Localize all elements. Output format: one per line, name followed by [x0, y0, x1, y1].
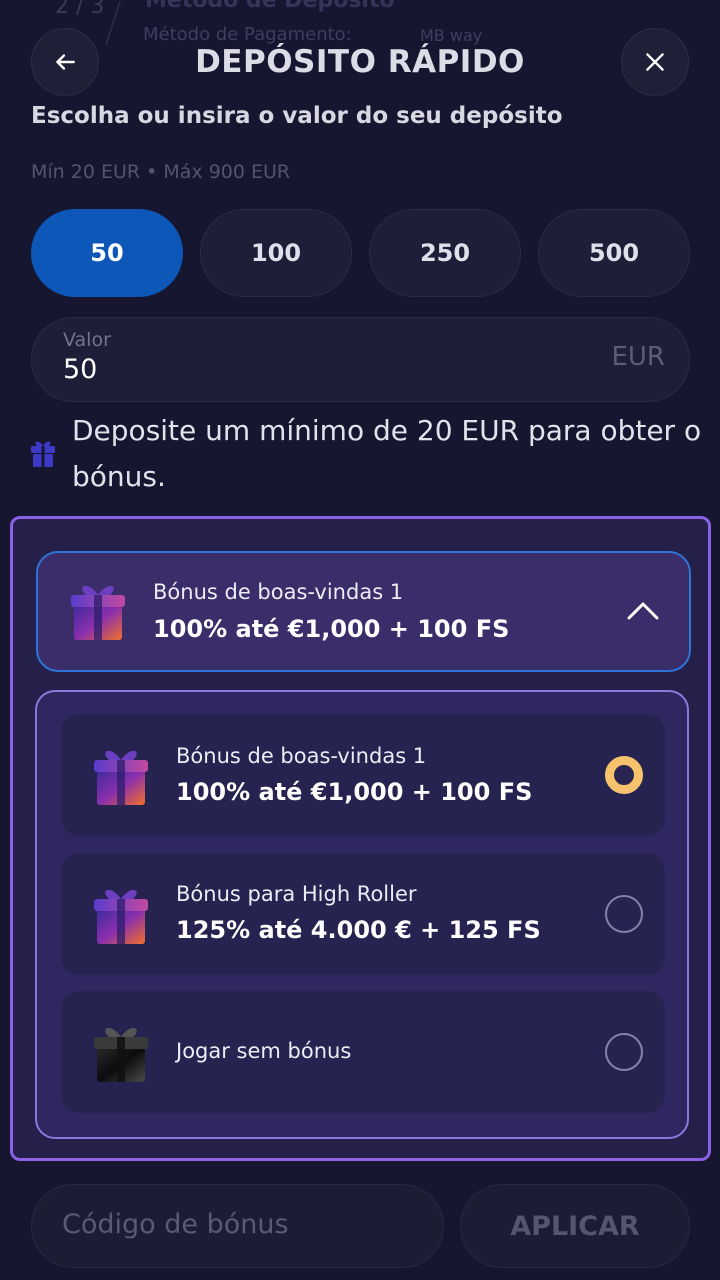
bonus-option-description: 125% até 4.000 € + 125 FS: [176, 916, 541, 944]
background-subtitle: Método de Pagamento:: [143, 24, 352, 45]
bonus-option-name: Bónus para High Roller: [176, 882, 417, 906]
bonus-option-name: Bónus de boas-vindas 1: [176, 744, 427, 768]
bonus-radio[interactable]: [605, 1033, 643, 1071]
chevron-up-icon: [627, 602, 659, 620]
deposit-limits: Mín 20 EUR • Máx 900 EUR: [31, 161, 291, 183]
background-method: MB way: [420, 26, 483, 45]
bonus-options-list: Bónus de boas-vindas 1 100% até €1,000 +…: [35, 690, 689, 1139]
apply-button[interactable]: APLICAR: [460, 1184, 690, 1268]
amount-button-100[interactable]: 100: [200, 209, 352, 297]
amount-input-value[interactable]: 50: [63, 354, 97, 385]
gift-box-icon: [94, 750, 148, 805]
close-button[interactable]: [621, 28, 689, 96]
selected-bonus-description: 100% até €1,000 + 100 FS: [153, 615, 510, 643]
deposit-instructions: Escolha ou insira o valor do seu depósit…: [31, 103, 563, 129]
gift-box-icon: [94, 889, 148, 944]
amount-button-500[interactable]: 500: [538, 209, 690, 297]
amount-input-label: Valor: [63, 329, 111, 351]
bonus-code-input[interactable]: Código de bónus: [31, 1184, 444, 1268]
background-step: 2 / 3: [55, 0, 105, 19]
amount-button-250[interactable]: 250: [369, 209, 521, 297]
bonus-option-description: 100% até €1,000 + 100 FS: [176, 778, 533, 806]
gift-icon: [31, 441, 55, 467]
bonus-panel: Bónus de boas-vindas 1 100% até €1,000 +…: [10, 516, 711, 1161]
bonus-option-no-bonus[interactable]: Jogar sem bónus: [61, 991, 665, 1113]
gift-box-icon: [71, 585, 125, 640]
amount-currency: EUR: [611, 342, 665, 372]
background-title: Método de Depósito: [145, 0, 395, 13]
page-title: DEPÓSITO RÁPIDO: [195, 44, 525, 80]
bonus-radio-selected[interactable]: [605, 756, 643, 794]
bonus-option-high-roller[interactable]: Bónus para High Roller 125% até 4.000 € …: [61, 853, 665, 975]
black-gift-box-icon: [94, 1027, 148, 1082]
bonus-option-welcome[interactable]: Bónus de boas-vindas 1 100% até €1,000 +…: [61, 714, 665, 836]
bonus-code-placeholder: Código de bónus: [62, 1209, 289, 1240]
bonus-minimum-info: Deposite um mínimo de 20 EUR para obter …: [72, 414, 702, 493]
selected-bonus-name: Bónus de boas-vindas 1: [153, 580, 404, 604]
bonus-option-name: Jogar sem bónus: [176, 1039, 352, 1063]
amount-input[interactable]: Valor 50 EUR: [31, 317, 690, 402]
background-header: 2 / 3 Método de Depósito Método de Pagam…: [0, 0, 720, 50]
bonus-radio[interactable]: [605, 895, 643, 933]
bonus-dropdown[interactable]: Bónus de boas-vindas 1 100% até €1,000 +…: [36, 551, 691, 672]
background-divider: [104, 0, 122, 46]
close-icon: [646, 53, 664, 71]
amount-button-50[interactable]: 50: [31, 209, 183, 297]
